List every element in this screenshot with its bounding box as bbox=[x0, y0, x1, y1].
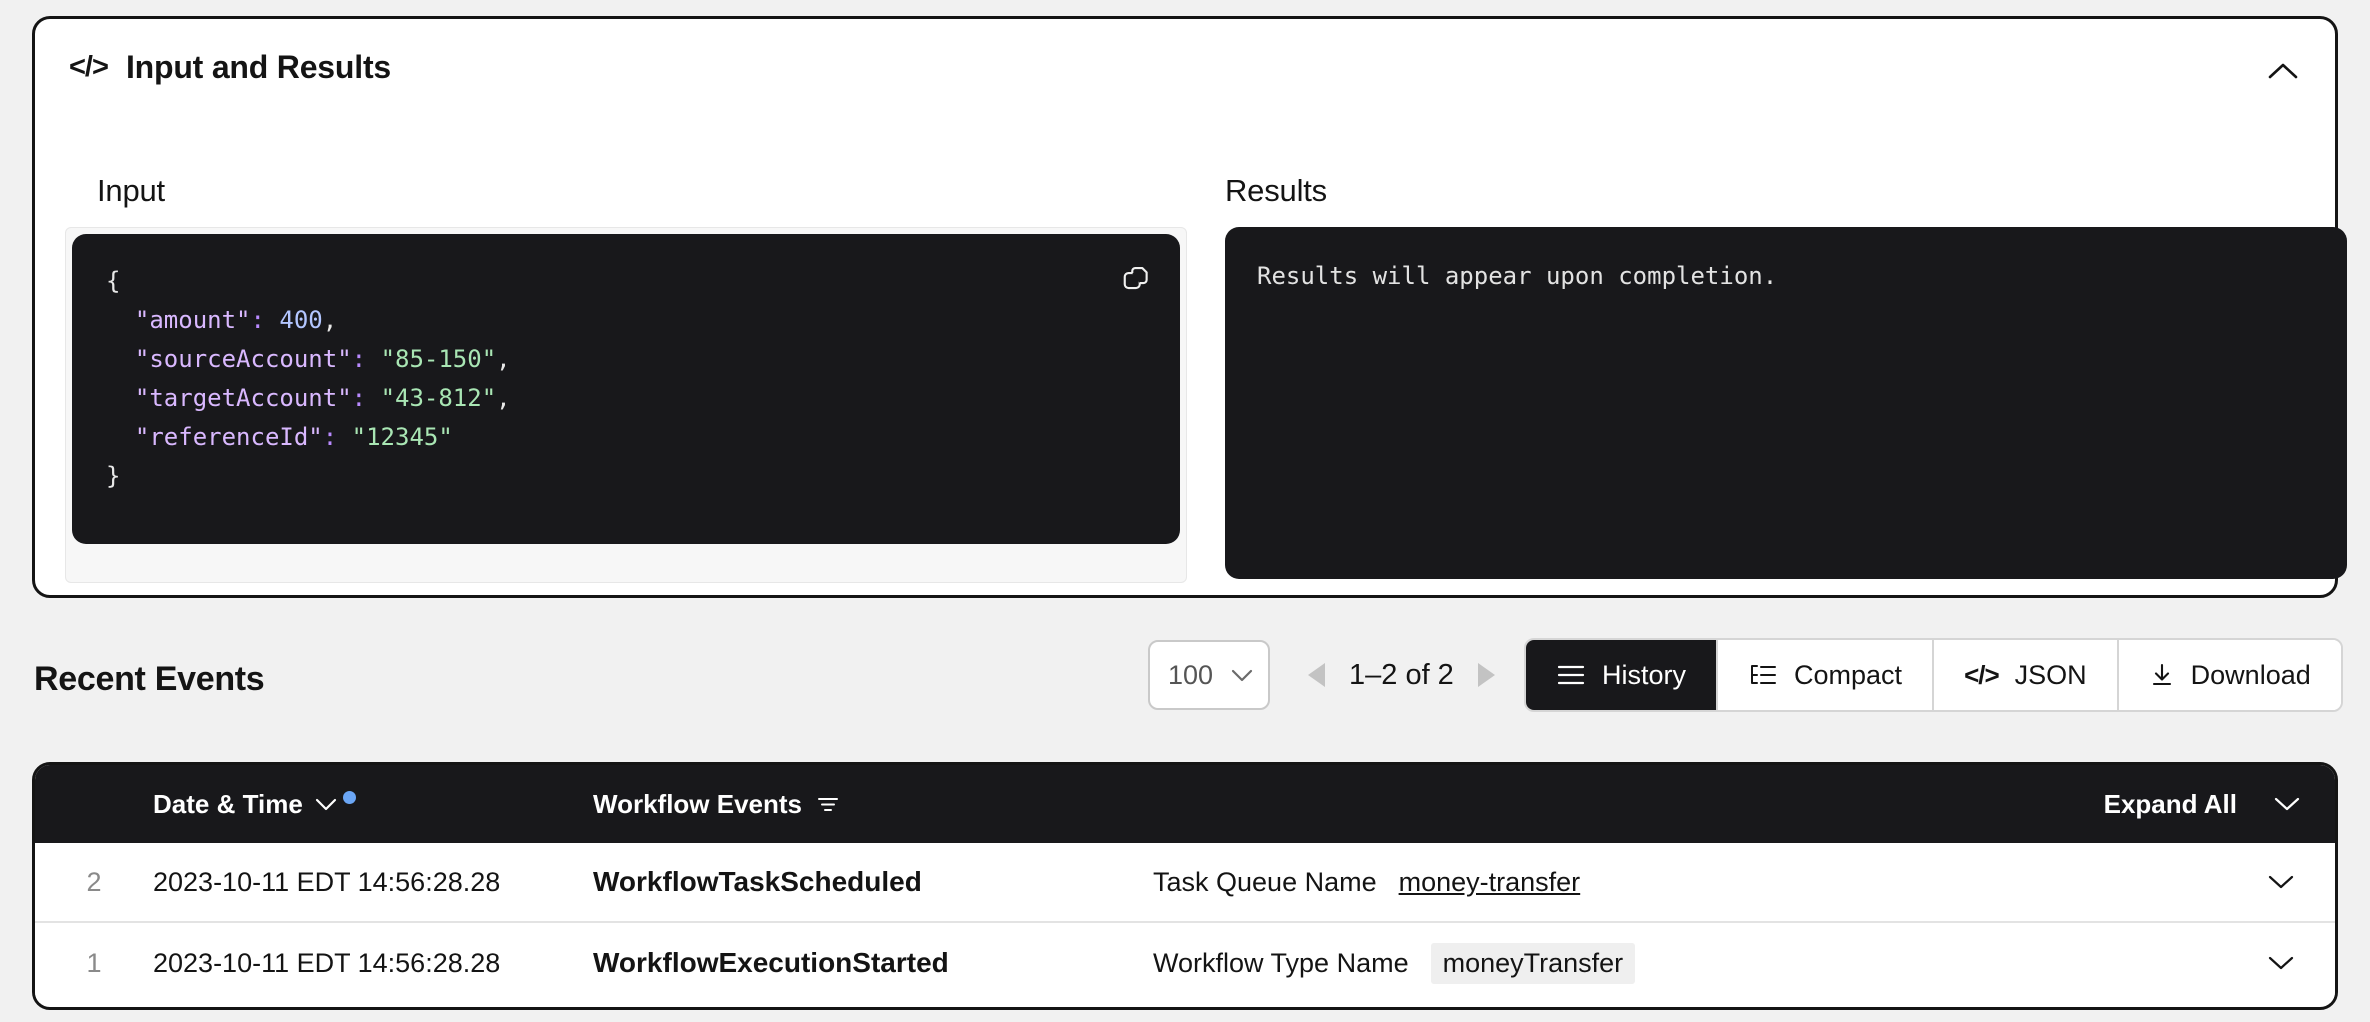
json-key: "referenceId" bbox=[134, 423, 323, 451]
json-value: "85-150" bbox=[380, 345, 497, 373]
input-code-block: { "amount": 400, "sourceAccount": "85-15… bbox=[72, 234, 1180, 544]
json-key: "sourceAccount" bbox=[134, 345, 352, 373]
column-workflow-events-header[interactable]: Workflow Events bbox=[593, 789, 2335, 820]
table-row[interactable]: 2 2023-10-11 EDT 14:56:28.28 WorkflowTas… bbox=[35, 843, 2335, 923]
next-page-button[interactable] bbox=[1477, 663, 1495, 687]
row-attribute-key: Task Queue Name bbox=[1153, 866, 1377, 897]
chevron-down-icon bbox=[315, 798, 336, 810]
json-value: "12345" bbox=[351, 423, 453, 451]
view-button-label: JSON bbox=[2014, 659, 2087, 690]
results-column: Results Results will appear upon complet… bbox=[1225, 115, 2347, 595]
json-comma: , bbox=[322, 306, 338, 334]
view-button-label: History bbox=[1602, 659, 1687, 690]
tree-list-icon bbox=[1751, 665, 1777, 684]
chevron-down-icon bbox=[2268, 956, 2294, 970]
row-index: 1 bbox=[86, 947, 102, 978]
input-json-code: { "amount": 400, "sourceAccount": "85-15… bbox=[106, 267, 511, 490]
row-attributes: Task Queue Name money-transfer bbox=[1153, 867, 1580, 898]
view-button-json[interactable]: </> JSON bbox=[1934, 640, 2119, 710]
view-button-label: Compact bbox=[1794, 659, 1903, 690]
row-index: 2 bbox=[86, 866, 102, 897]
json-comma: , bbox=[496, 384, 511, 412]
events-table-header: Date & Time Workflow Events Expand All bbox=[35, 765, 2335, 843]
row-attribute-link[interactable]: money-transfer bbox=[1399, 867, 1581, 898]
row-datetime: 2023-10-11 EDT 14:56:28.28 bbox=[153, 947, 501, 978]
download-icon bbox=[2152, 663, 2171, 686]
json-comma: , bbox=[496, 345, 511, 373]
column-date-time-header[interactable]: Date & Time bbox=[153, 789, 593, 820]
expand-all-button[interactable]: Expand All bbox=[2104, 765, 2301, 843]
expand-row-button[interactable] bbox=[2267, 923, 2295, 1003]
json-key: "targetAccount" bbox=[134, 384, 352, 412]
page-size-select[interactable]: 100 bbox=[1148, 640, 1270, 710]
json-close-brace: } bbox=[106, 462, 121, 490]
input-column: Input { "amount": 400, "sourceAccount": … bbox=[65, 115, 1187, 595]
previous-page-button[interactable] bbox=[1308, 663, 1325, 687]
row-event-name: WorkflowExecutionStarted bbox=[593, 947, 949, 978]
results-label: Results bbox=[1225, 173, 1327, 208]
input-and-results-card: </> Input and Results Input { "amount": … bbox=[32, 16, 2347, 598]
view-button-label: Download bbox=[2190, 659, 2311, 690]
copy-icon bbox=[1123, 266, 1148, 290]
expand-row-button[interactable] bbox=[2267, 843, 2295, 921]
row-attribute-chip[interactable]: moneyTransfer bbox=[1430, 942, 1636, 984]
card-header-title-group: </> Input and Results bbox=[69, 49, 391, 86]
view-button-history[interactable]: History bbox=[1526, 640, 1719, 710]
recent-events-title: Recent Events bbox=[34, 660, 265, 698]
view-button-download[interactable]: Download bbox=[2118, 640, 2341, 710]
collapse-card-button[interactable] bbox=[2261, 49, 2305, 93]
input-label: Input bbox=[97, 173, 165, 208]
filter-icon bbox=[818, 798, 839, 811]
table-row[interactable]: 1 2023-10-11 EDT 14:56:28.28 WorkflowExe… bbox=[35, 923, 2335, 1003]
json-value: 400 bbox=[279, 306, 323, 334]
results-panel: Results will appear upon completion. bbox=[1225, 227, 2347, 579]
pagination-controls: 100 1–2 of 2 bbox=[1148, 640, 1495, 710]
input-panel: { "amount": 400, "sourceAccount": "85-15… bbox=[65, 227, 1187, 583]
card-header: </> Input and Results bbox=[35, 19, 2335, 115]
copy-input-button[interactable] bbox=[1116, 258, 1156, 298]
code-icon: </> bbox=[1964, 659, 2000, 690]
expand-all-label: Expand All bbox=[2103, 788, 2237, 819]
card-body: Input { "amount": 400, "sourceAccount": … bbox=[35, 115, 2347, 595]
events-table: Date & Time Workflow Events Expand All 2… bbox=[32, 762, 2338, 1010]
code-icon: </> bbox=[69, 50, 109, 83]
view-mode-button-group: History Compact </> JSON Download bbox=[1524, 638, 2343, 712]
view-button-compact[interactable]: Compact bbox=[1718, 640, 1935, 710]
chevron-down-icon bbox=[2274, 797, 2300, 811]
row-event-name: WorkflowTaskScheduled bbox=[593, 866, 922, 897]
pager-nav: 1–2 of 2 bbox=[1308, 659, 1495, 692]
page-size-value: 100 bbox=[1168, 659, 1214, 690]
column-date-time-label: Date & Time bbox=[153, 788, 303, 819]
json-key: "amount" bbox=[134, 306, 251, 334]
row-attributes: Workflow Type Name moneyTransfer bbox=[1153, 942, 1636, 984]
pagination-range-label: 1–2 of 2 bbox=[1349, 658, 1454, 691]
json-value: "43-812" bbox=[380, 384, 497, 412]
results-placeholder-text: Results will appear upon completion. bbox=[1257, 262, 1778, 290]
page-title: Input and Results bbox=[125, 48, 391, 85]
column-workflow-events-label: Workflow Events bbox=[593, 788, 803, 819]
row-datetime: 2023-10-11 EDT 14:56:28.28 bbox=[153, 866, 501, 897]
chevron-down-icon bbox=[1231, 669, 1253, 681]
chevron-up-icon bbox=[2268, 63, 2298, 79]
row-attribute-key: Workflow Type Name bbox=[1153, 947, 1409, 978]
hamburger-icon bbox=[1557, 665, 1585, 685]
chevron-down-icon bbox=[2268, 875, 2294, 889]
sort-active-badge bbox=[342, 790, 356, 804]
json-open-brace: { bbox=[106, 267, 121, 295]
page-root: </> Input and Results Input { "amount": … bbox=[0, 0, 2370, 1022]
